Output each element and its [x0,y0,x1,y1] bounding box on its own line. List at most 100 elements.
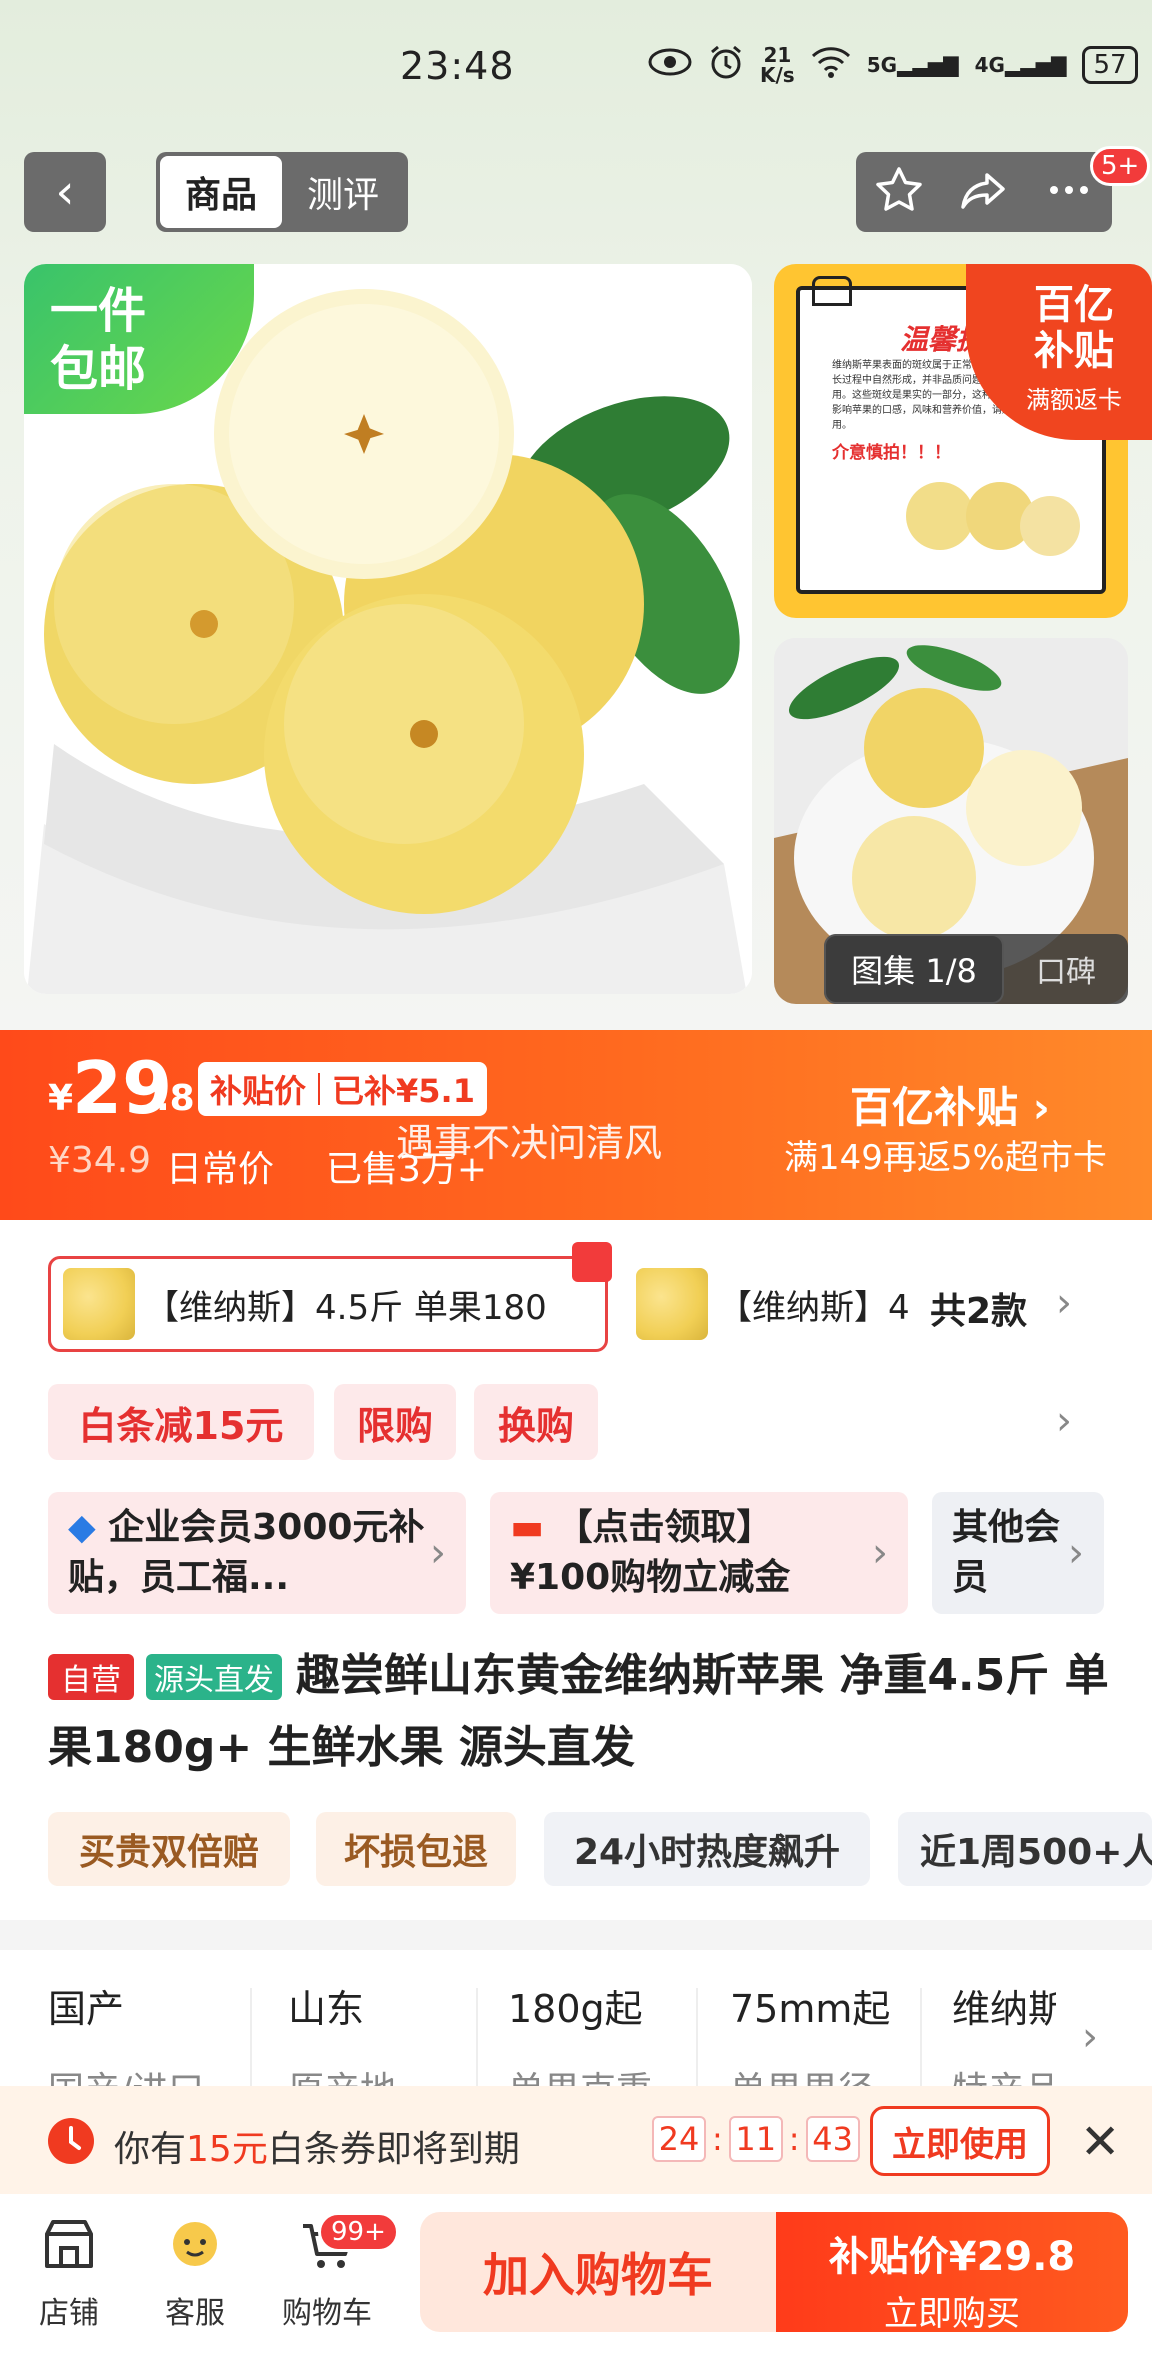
chevron-right-icon: › [1068,1530,1084,1576]
thumb-up-icon [572,1242,612,1282]
countdown-timer: 24 : 11 : 43 [652,2116,860,2162]
add-to-cart-button[interactable]: 加入购物车 [420,2212,776,2332]
signal-4g-icon: 4G▂▃▅▇ [974,53,1067,77]
subsidy-brand-sub: 满149再返5%超市卡 [784,1138,1107,1178]
chevron-right-icon[interactable]: › [1056,1398,1072,1444]
card-icon: ▬ [510,1507,557,1548]
signal-4g-label: 4G [974,53,1005,77]
spec-separator [696,1988,698,2098]
watermark-text: 遇事不决问清风 [396,1121,663,1165]
daily-price-label: 日常价 [166,1149,275,1190]
top-tabs: 商品 测评 [156,152,408,232]
spec-value: 维纳斯 [952,1987,1056,2031]
nav-store-label: 店铺 [39,2296,99,2331]
favorite-star-icon[interactable] [872,163,926,221]
daily-price: ¥34.9 [48,1140,152,1181]
timer-colon: : [712,2120,723,2158]
chevron-left-icon: ‹ [55,164,75,220]
message-badge: 5+ [1090,146,1151,186]
section-divider [0,1920,1152,1950]
gallery-controls: 图集 1/8 口碑 [824,934,1128,1004]
battery-level: 57 [1093,50,1127,80]
close-icon[interactable]: ✕ [1080,2114,1120,2170]
spec-separator [250,1988,252,2098]
signal-5g-label: 5G [866,53,898,77]
customer-service-icon [173,2222,217,2266]
use-coupon-button[interactable]: 立即使用 [870,2106,1050,2176]
member-enterprise-text: 企业会员3000元补贴，员工福... [68,1507,425,1598]
subsidy-badge-line3: 满额返卡 [1026,386,1122,414]
member-coupon[interactable]: ▬ 【点击领取】¥100购物立减金 › [490,1492,908,1614]
member-enterprise[interactable]: ◆ 企业会员3000元补贴，员工福... › [48,1492,466,1614]
alarm-icon [708,44,744,87]
spec-value: 国产 [48,1987,125,2031]
coupon-message: 你有15元白条券即将到期 [114,2120,520,2172]
timer-hours: 24 [652,2116,706,2162]
promo-limit[interactable]: 限购 [334,1384,456,1460]
timer-colon: : [788,2120,800,2158]
chevron-right-icon[interactable]: › [1056,1280,1072,1326]
sku-option-selected[interactable]: 【维纳斯】4.5斤 单果180 [48,1256,608,1352]
coupon-prefix: 你有 [114,2129,187,2170]
chip-damage-refund[interactable]: 坏损包退 [316,1812,516,1886]
status-icons: 21 K/s 5G▂▃▅▇ 4G▂▃▅▇ 57 [648,42,1138,88]
subsidy-label: 补贴价 [210,1072,307,1110]
tag-separator [318,1073,321,1105]
wifi-icon [811,46,851,85]
chevron-right-icon: › [430,1530,446,1576]
promo-exchange[interactable]: 换购 [474,1384,598,1460]
back-button[interactable]: ‹ [24,152,106,232]
clock-icon [48,2118,94,2164]
sku-thumbnail [63,1268,135,1340]
chip-trending[interactable]: 24小时热度飙升 [544,1812,870,1886]
sku-option-label: 【维纳斯】4.5斤 单果180 [145,1287,547,1328]
subsidy-brand-link[interactable]: 百亿补贴 › [850,1074,1050,1135]
free-shipping-line2: 包邮 [50,341,147,397]
chip-weekly-buyers[interactable]: 近1周500+人 [898,1812,1152,1886]
status-bar: 23:48 21 K/s 5G▂▃▅▇ 4G▂▃▅▇ 57 [0,0,1152,130]
share-icon[interactable] [957,163,1011,221]
buy-now-price: 补贴价¥29.8 [828,2234,1076,2280]
nav-service-label: 客服 [165,2296,225,2331]
coupon-amount: 15元 [186,2129,268,2170]
sku-thumbnail [636,1268,708,1340]
net-speed-unit: K/s [760,63,795,87]
nav-store[interactable]: 店铺 [14,2214,124,2332]
status-time: 23:48 [400,44,515,88]
member-other-text: 其他会员 [952,1507,1061,1598]
net-speed: 21 K/s [760,45,795,85]
subsidy-amount: 已补¥5.1 [332,1072,475,1110]
spec-value: 山东 [288,1987,365,2031]
buy-now-button[interactable]: 补贴价¥29.8 立即购买 [776,2212,1128,2334]
notice-warning: 介意慎拍！！！ [832,443,951,463]
chevron-right-icon[interactable]: › [1082,2014,1098,2060]
spec-value: 75mm起 [730,1987,891,2031]
coupon-suffix: 白条券即将到期 [267,2129,520,2170]
diamond-icon: ◆ [68,1507,109,1548]
subsidy-badge-line1: 百亿 [1034,282,1114,328]
gallery-counter[interactable]: 图集 1/8 [824,934,1004,1004]
chip-double-compensation[interactable]: 买贵双倍赔 [48,1812,290,1886]
nav-cart-label: 购物车 [282,2296,372,2331]
spec-separator [920,1988,922,2098]
eye-icon [648,47,692,84]
binder-clip-icon [812,276,852,306]
spec-value: 180g起 [508,1987,643,2031]
sku-count[interactable]: 共2款 [930,1282,1027,1334]
tab-product[interactable]: 商品 [160,156,282,228]
price-currency: ¥ [48,1078,74,1119]
promo-baitiao[interactable]: 白条减15元 [48,1384,314,1460]
member-other[interactable]: 其他会员 › [932,1492,1104,1614]
free-shipping-badge: 一件 包邮 [24,264,254,414]
timer-minutes: 11 [728,2116,783,2162]
nav-service[interactable]: 客服 [140,2214,250,2332]
tab-review[interactable]: 测评 [282,156,404,228]
reviews-tab[interactable]: 口碑 [1004,947,1128,991]
battery-icon: 57 [1082,46,1138,84]
chevron-right-icon: › [872,1530,888,1576]
sku-option[interactable]: 【维纳斯】4 [628,1256,908,1352]
more-icon[interactable] [1042,163,1096,221]
timer-seconds: 43 [805,2116,860,2162]
product-title: 趣尝鲜山东黄金维纳斯苹果 净重4.5斤 单果180g+ 生鲜水果 源头直发 [48,1640,1128,1784]
sku-option-label: 【维纳斯】4 [718,1287,908,1328]
